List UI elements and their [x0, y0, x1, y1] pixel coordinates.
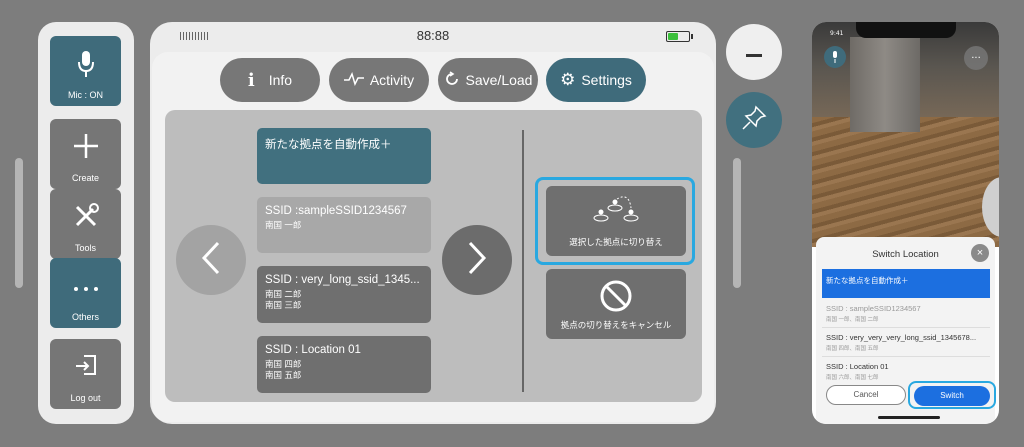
others-label: Others [71, 312, 99, 322]
sheet-divider [822, 356, 990, 357]
microphone-icon [833, 51, 837, 63]
battery-level [668, 33, 678, 40]
location-members: 南国 四郎 南国 五郎 [265, 359, 302, 380]
sheet-item-new[interactable]: 新たな拠点を自動作成＋ [822, 269, 990, 298]
switch-location-icon [591, 194, 641, 227]
left-scroll-handle[interactable] [15, 158, 23, 288]
camera-floor [812, 117, 999, 247]
microphone-icon [77, 50, 95, 82]
mic-button[interactable]: Mic : ON [50, 36, 121, 106]
create-label: Create [71, 173, 99, 183]
switch-location-button[interactable]: 選択した拠点に切り替え [546, 186, 686, 256]
ellipsis-icon [73, 278, 99, 297]
location-card[interactable]: SSID : very_long_ssid_1345... 南国 二郎 南国 三… [257, 266, 431, 323]
minus-icon [746, 43, 762, 62]
sheet-cancel-button[interactable]: Cancel [826, 385, 906, 405]
location-title: SSID :sampleSSID1234567 [265, 205, 407, 217]
activity-icon [343, 71, 364, 89]
tab-settings-label: Settings [581, 72, 632, 88]
ellipsis-icon: ··· [971, 52, 981, 64]
panel-divider [522, 130, 524, 392]
tools-label: Tools [74, 243, 96, 253]
status-bar: 88:88 [150, 22, 716, 52]
logout-label: Log out [70, 393, 101, 403]
phone-notch [856, 22, 956, 38]
sheet-item-members: 南国 六郎、南国 七郎 [826, 375, 879, 381]
phone-preview: 9:41 ··· Switch Location × 新たな拠点を自動作成＋ S… [812, 22, 999, 424]
pin-button[interactable] [726, 92, 782, 148]
sheet-title: Switch Location [872, 249, 939, 260]
tools-icon [73, 203, 99, 233]
previous-button[interactable] [176, 225, 246, 295]
save-load-icon [444, 70, 460, 90]
sheet-switch-button[interactable]: Switch [914, 386, 990, 406]
plus-icon [73, 133, 99, 163]
tab-activity[interactable]: Activity [329, 58, 429, 102]
logout-icon [74, 353, 98, 381]
location-card[interactable]: SSID : Location 01 南国 四郎 南国 五郎 [257, 336, 431, 393]
tab-activity-label: Activity [369, 72, 415, 88]
tab-save-load-label: Save/Load [465, 72, 533, 88]
sheet-divider [822, 327, 990, 328]
tab-settings[interactable]: ⚙ Settings [546, 58, 646, 102]
minimize-button[interactable] [726, 24, 782, 80]
others-button[interactable]: Others [50, 258, 121, 328]
tab-save-load[interactable]: Save/Load [438, 58, 538, 102]
sheet-item[interactable]: SSID : sampleSSID1234567 南国 一郎、南国 二郎 [822, 301, 990, 326]
switch-highlight: Switch [908, 381, 996, 409]
gear-icon: ⚙ [560, 70, 576, 89]
mic-label: Mic : ON [68, 90, 103, 100]
cancel-switch-label: 拠点の切り替えをキャンセル [560, 321, 672, 331]
sheet-item-title: SSID : Location 01 [826, 362, 889, 371]
phone-mic-button[interactable] [824, 46, 846, 68]
tab-info[interactable]: i Info [220, 58, 320, 102]
create-button[interactable]: Create [50, 119, 121, 189]
logout-button[interactable]: Log out [50, 339, 121, 409]
location-card[interactable]: SSID :sampleSSID1234567 南国 一郎 [257, 197, 431, 253]
sheet-item-title: SSID : very_very_very_long_ssid_1345678.… [826, 333, 977, 342]
location-card-new[interactable]: 新たな拠点を自動作成＋ [257, 128, 431, 184]
location-title: SSID : Location 01 [265, 344, 361, 356]
location-members: 南国 一郎 [265, 220, 302, 230]
switch-location-label: 選択した拠点に切り替え [569, 238, 663, 248]
chevron-right-icon [467, 241, 487, 279]
battery-icon [666, 31, 693, 42]
phone-more-button[interactable]: ··· [964, 46, 988, 70]
close-icon: × [976, 247, 984, 259]
switch-location-sheet: Switch Location × 新たな拠点を自動作成＋ SSID : sam… [816, 237, 996, 424]
camera-pillar [850, 37, 920, 132]
tools-button[interactable]: Tools [50, 189, 121, 259]
sheet-item-title: 新たな拠点を自動作成＋ [826, 276, 909, 285]
location-title: SSID : very_long_ssid_1345... [265, 274, 420, 286]
right-scroll-handle[interactable] [733, 158, 741, 288]
sheet-item[interactable]: SSID : very_very_very_long_ssid_1345678.… [822, 330, 990, 355]
sheet-item-members: 南国 一郎、南国 二郎 [826, 317, 879, 323]
sheet-item-title: SSID : sampleSSID1234567 [826, 304, 921, 313]
phone-time: 9:41 [830, 30, 844, 37]
home-indicator [878, 416, 940, 419]
location-members: 南国 二郎 南国 三郎 [265, 289, 302, 310]
prohibited-icon [599, 279, 633, 316]
info-icon: i [247, 69, 255, 91]
location-title: 新たな拠点を自動作成＋ [265, 139, 392, 151]
pin-icon [740, 104, 768, 136]
close-button[interactable]: × [971, 244, 989, 262]
chevron-left-icon [201, 241, 221, 279]
next-button[interactable] [442, 225, 512, 295]
left-toolbar: Mic : ON Create Tools Others Log out [38, 22, 134, 424]
cancel-switch-button[interactable]: 拠点の切り替えをキャンセル [546, 269, 686, 339]
tab-info-label: Info [268, 72, 293, 88]
status-clock: 88:88 [416, 28, 450, 43]
sheet-item-members: 南国 四郎、南国 五郎 [826, 346, 879, 352]
